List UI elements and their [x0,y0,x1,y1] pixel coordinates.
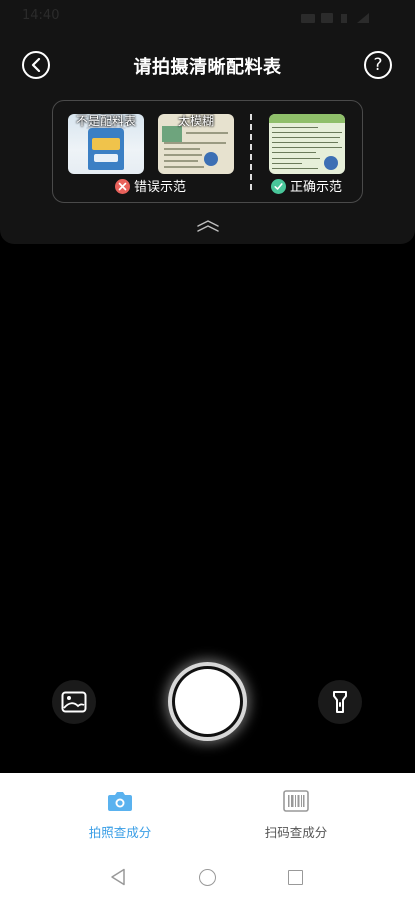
label-text-line [272,142,338,143]
label-text-line [272,163,302,164]
blur-text-line [164,154,202,156]
flashlight-icon [333,691,347,713]
nav-home-icon[interactable] [199,869,216,886]
label-text-line [272,168,318,169]
shutter-button[interactable] [168,662,247,741]
tab-scan-label: 扫码查成分 [264,825,328,840]
blur-text-line [164,166,204,168]
wrong-example-blurry: 太模糊 [158,114,234,174]
label-text-line [272,147,342,148]
help-button[interactable]: ? [364,51,392,79]
blur-text-line [164,142,226,144]
nav-recent-icon[interactable] [288,870,303,885]
qs-badge [324,156,338,170]
wrong-caption: 错误示范 [115,179,186,197]
blur-text-line [186,132,228,134]
tab-scan-barcode[interactable]: 扫码查成分 [226,789,366,843]
shutter-ring [172,666,243,737]
image-gallery-icon [61,691,87,713]
bottom-bar: 拍照查成分 扫码查成分 [0,773,415,900]
barcode-icon [283,790,309,812]
example-panel: 不是配料表 太模糊 错误示范 正确示范 [52,100,363,203]
gallery-button[interactable] [52,680,96,724]
label-text-line [272,127,318,128]
tab-photo-ingredients[interactable]: 拍照查成分 [50,789,190,843]
wrong-example-label: 不是配料表 [75,114,136,128]
right-caption: 正确示范 [271,179,342,197]
wrong-caption-text: 错误示范 [134,180,187,195]
right-example-ingredient-list [269,114,345,174]
check-icon [271,179,286,194]
can-label-lower [94,154,118,162]
wrong-example-label: 太模糊 [177,114,214,128]
flashlight-button[interactable] [318,680,362,724]
label-text-line [272,158,320,159]
double-chevron-up-icon[interactable] [195,219,221,233]
blur-text-line [164,148,200,150]
nav-back-icon[interactable] [110,868,126,886]
blur-text-line [164,160,198,162]
can-label [92,138,120,150]
page-title: 请拍摄清晰配料表 [133,57,282,78]
example-divider [250,114,252,190]
label-header [269,114,345,123]
label-text-line [272,137,340,138]
status-icons [301,13,369,23]
status-bar: 14:40 [0,0,415,36]
tab-photo-label: 拍照查成分 [88,825,152,840]
shutter-inner [175,669,240,734]
close-icon [115,179,130,194]
label-text-line [272,152,316,153]
camera-icon [108,792,132,811]
label-text-line [272,132,342,133]
question-mark-icon: ? [373,55,383,75]
right-caption-text: 正确示范 [290,180,343,195]
wrong-example-not-ingredient: 不是配料表 [68,114,144,174]
status-time: 14:40 [22,8,60,23]
camera-header: 14:40 请拍摄清晰配料表 ? 不是配料表 太模糊 错误示范 正确示范 [0,0,415,244]
qs-badge [204,152,218,166]
